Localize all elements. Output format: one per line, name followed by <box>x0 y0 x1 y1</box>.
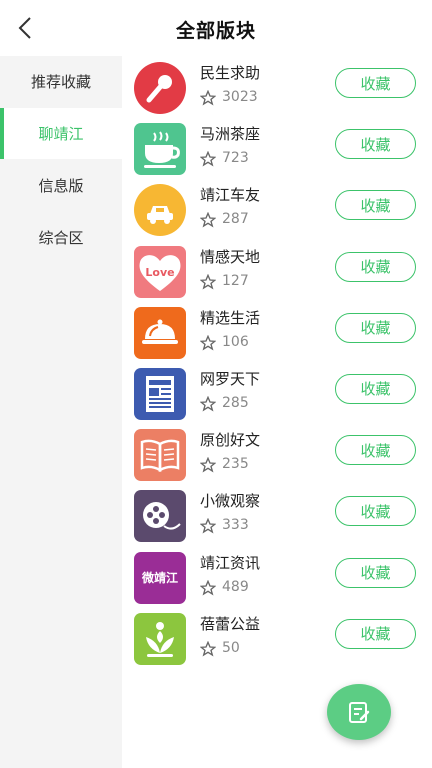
board-name: 蓓蕾公益 <box>200 614 261 633</box>
board-name: 靖江车友 <box>200 186 261 205</box>
board-row[interactable]: 精选生活 106 收藏 <box>122 301 432 362</box>
board-name: 原创好文 <box>200 431 261 450</box>
board-row[interactable]: Love 情感天地 127 收藏 <box>122 240 432 301</box>
open-book-icon <box>134 429 186 482</box>
star-icon <box>200 518 216 534</box>
board-list: 民生求助 3023 收藏 马洲茶座 723 收藏 靖江车友 287 收藏 Lov… <box>122 56 432 668</box>
board-name: 马洲茶座 <box>200 125 261 144</box>
board-row[interactable]: 马洲茶座 723 收藏 <box>122 117 432 178</box>
favorite-count: 127 <box>222 272 249 289</box>
edit-note-icon <box>349 702 370 723</box>
board-row[interactable]: 原创好文 235 收藏 <box>122 423 432 484</box>
favorite-count: 285 <box>222 394 249 411</box>
board-name: 情感天地 <box>200 247 261 266</box>
favorite-button[interactable]: 收藏 <box>335 373 416 404</box>
star-icon <box>200 395 216 412</box>
page-title: 全部版块 <box>175 20 256 42</box>
header-bar: 全部版块 <box>0 0 432 56</box>
star-icon <box>200 640 216 657</box>
favorite-count: 106 <box>222 333 249 350</box>
favorite-button[interactable]: 收藏 <box>335 129 416 160</box>
favorite-button[interactable]: 收藏 <box>335 68 416 98</box>
board-name: 民生求助 <box>200 64 261 82</box>
board-name: 靖江资讯 <box>200 553 261 572</box>
category-sidebar: 推荐收藏 聊靖江 信息版 综合区 <box>0 56 122 768</box>
teacup-icon <box>134 123 186 176</box>
star-icon <box>200 334 216 351</box>
star-icon <box>200 151 216 167</box>
favorite-button[interactable]: 收藏 <box>335 312 416 343</box>
board-name: 精选生活 <box>200 308 261 327</box>
board-row[interactable]: 民生求助 3023 收藏 <box>122 56 432 117</box>
sidebar-item-label: 信息版 <box>38 177 84 195</box>
sidebar-item-chat-jingjiang[interactable]: 聊靖江 <box>0 108 122 159</box>
board-name: 小微观察 <box>200 492 261 511</box>
favorite-button[interactable]: 收藏 <box>335 557 416 588</box>
film-reel-icon <box>134 490 186 543</box>
board-row[interactable]: 靖江车友 287 收藏 <box>122 178 432 239</box>
microphone-icon <box>134 62 186 114</box>
car-icon <box>134 184 186 237</box>
love-heart-icon: Love <box>134 245 186 298</box>
favorite-count: 723 <box>222 150 249 167</box>
star-icon <box>200 579 216 595</box>
star-icon <box>200 90 216 106</box>
sidebar-item-label: 推荐收藏 <box>30 73 91 91</box>
favorite-button[interactable]: 收藏 <box>335 251 416 282</box>
weibo-badge-icon: 微靖江 <box>134 551 186 604</box>
sidebar-item-label: 综合区 <box>38 229 84 247</box>
board-row[interactable]: 微靖江 靖江资讯 489 收藏 <box>122 546 432 607</box>
star-icon <box>200 273 216 290</box>
favorite-button[interactable]: 收藏 <box>335 190 416 221</box>
favorite-button[interactable]: 收藏 <box>335 618 416 649</box>
board-row[interactable]: 网罗天下 285 收藏 <box>122 362 432 423</box>
favorite-button[interactable]: 收藏 <box>335 435 416 466</box>
sidebar-item-general[interactable]: 综合区 <box>0 212 122 263</box>
favorite-count: 287 <box>222 211 249 228</box>
food-cloche-icon <box>134 306 186 359</box>
star-icon <box>200 212 216 228</box>
sidebar-item-label: 聊靖江 <box>38 125 84 143</box>
star-icon <box>200 457 216 473</box>
favorite-count: 235 <box>222 456 249 473</box>
sidebar-item-recommended[interactable]: 推荐收藏 <box>0 56 122 107</box>
board-name: 网罗天下 <box>200 369 261 388</box>
board-row[interactable]: 小微观察 333 收藏 <box>122 484 432 545</box>
sidebar-item-info[interactable]: 信息版 <box>0 160 122 211</box>
favorite-count: 50 <box>222 639 240 656</box>
newspaper-icon <box>134 367 186 420</box>
favorite-button[interactable]: 收藏 <box>335 496 416 527</box>
board-row[interactable]: 蓓蕾公益 50 收藏 <box>122 607 432 668</box>
sprout-icon <box>134 612 186 665</box>
new-post-button[interactable] <box>327 684 391 740</box>
favorite-count: 489 <box>222 578 249 595</box>
weibo-badge-label: 微靖江 <box>141 571 178 585</box>
favorite-count: 3023 <box>222 89 258 105</box>
favorite-count: 333 <box>222 517 249 534</box>
love-label: Love <box>145 266 174 279</box>
